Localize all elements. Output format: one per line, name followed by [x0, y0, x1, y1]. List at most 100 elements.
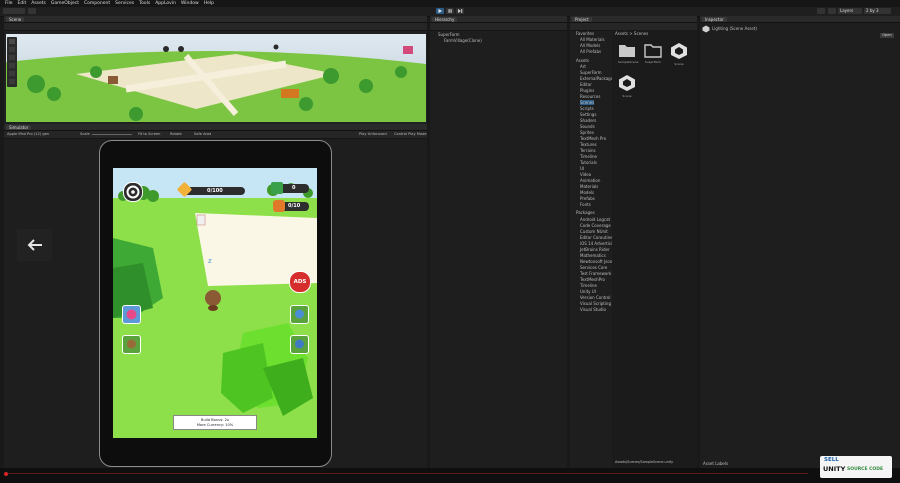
- hand-tool-icon[interactable]: [9, 39, 15, 44]
- boost-button-right-2[interactable]: [290, 335, 309, 354]
- account-button[interactable]: [3, 8, 25, 14]
- menu-applovin[interactable]: AppLovin: [155, 1, 176, 6]
- asset-folder[interactable]: SuperFarm: [644, 42, 662, 64]
- step-button[interactable]: [456, 8, 464, 14]
- favorites-item[interactable]: All Prefabs: [580, 49, 601, 54]
- menu-window[interactable]: Window: [181, 1, 199, 6]
- ads-button[interactable]: ADS: [289, 271, 311, 293]
- asset-folder-item[interactable]: Models: [580, 190, 594, 195]
- search-icon[interactable]: [817, 8, 825, 14]
- menu-component[interactable]: Component: [84, 1, 110, 6]
- previous-arrow-button[interactable]: [17, 229, 52, 261]
- hierarchy-scene-root[interactable]: SuperFarm: [438, 32, 460, 37]
- play-mode-dropdown[interactable]: Play Unfocused: [359, 132, 387, 136]
- boost-button-right-1[interactable]: [290, 305, 309, 324]
- rotate-button[interactable]: Rotate: [170, 132, 182, 136]
- boost-button-left-2[interactable]: [122, 335, 141, 354]
- asset-folder-item[interactable]: Scenes: [580, 100, 595, 105]
- asset-folder-item[interactable]: Plugins: [580, 88, 594, 93]
- asset-folder-item[interactable]: Prefabs: [580, 196, 595, 201]
- boost-button-left-1[interactable]: [122, 305, 141, 324]
- game-screen[interactable]: z 0/100 0 0/10 ADS Build Bonus: 2x More …: [113, 168, 317, 438]
- menu-gameobject[interactable]: GameObject: [51, 1, 79, 6]
- package-item[interactable]: TextMeshPro: [580, 277, 605, 282]
- cloud-icon[interactable]: [28, 8, 36, 14]
- packages-header[interactable]: Packages: [576, 210, 595, 215]
- favorites-header[interactable]: Favorites: [576, 31, 594, 36]
- timeline-track[interactable]: [8, 473, 808, 474]
- control-play-mode[interactable]: Control Play Mode: [394, 132, 427, 136]
- settings-button[interactable]: [123, 182, 143, 202]
- scale-tool-icon[interactable]: [9, 63, 15, 68]
- asset-folder-item[interactable]: Textures: [580, 142, 597, 147]
- menu-services[interactable]: Services: [115, 1, 134, 6]
- asset-folder-item[interactable]: Editor: [580, 82, 592, 87]
- pause-button[interactable]: [446, 8, 454, 14]
- tab-hierarchy[interactable]: Hierarchy: [432, 17, 458, 22]
- asset-folder-item[interactable]: SuperFarm: [580, 70, 602, 75]
- package-item[interactable]: Editor Coroutines: [580, 235, 612, 240]
- asset-folder-item[interactable]: Terrains: [580, 148, 596, 153]
- package-item[interactable]: Timeline: [580, 283, 597, 288]
- favorites-item[interactable]: All Materials: [580, 37, 605, 42]
- package-item[interactable]: Visual Scripting: [580, 301, 611, 306]
- package-item[interactable]: Code Coverage: [580, 223, 611, 228]
- package-item[interactable]: Unity UI: [580, 289, 596, 294]
- layout-dropdown[interactable]: 2 by 3: [864, 8, 891, 14]
- asset-folder-item[interactable]: Shaders: [580, 118, 596, 123]
- asset-folder-item[interactable]: Timeline: [580, 154, 597, 159]
- scene-viewport[interactable]: [6, 34, 426, 122]
- assets-header[interactable]: Assets: [576, 58, 589, 63]
- menu-tools[interactable]: Tools: [139, 1, 150, 6]
- package-item[interactable]: Mathematics: [580, 253, 606, 258]
- asset-folder-item[interactable]: Scripts: [580, 106, 594, 111]
- scene-asset[interactable]: Scene: [670, 42, 688, 66]
- scene-asset[interactable]: Scene: [618, 74, 636, 98]
- asset-folder-item[interactable]: UI: [580, 166, 584, 171]
- package-item[interactable]: Android Logcat: [580, 217, 610, 222]
- tab-simulator[interactable]: Simulator: [6, 125, 32, 130]
- package-item[interactable]: Version Control: [580, 295, 610, 300]
- package-item[interactable]: Custom NUnit: [580, 229, 608, 234]
- package-item[interactable]: Test Framework: [580, 271, 611, 276]
- tab-inspector[interactable]: Inspector: [702, 17, 727, 22]
- asset-folder-item[interactable]: Sprites: [580, 130, 594, 135]
- play-button[interactable]: [436, 8, 444, 14]
- layers-dropdown[interactable]: Layers: [838, 8, 862, 14]
- rect-tool-icon[interactable]: [9, 71, 15, 76]
- menu-assets[interactable]: Assets: [31, 1, 46, 6]
- package-item[interactable]: Visual Studio: [580, 307, 606, 312]
- asset-folder-item[interactable]: Settings: [580, 112, 596, 117]
- asset-folder-item[interactable]: Animation: [580, 178, 600, 183]
- tab-scene[interactable]: Scene: [6, 17, 25, 22]
- asset-folder-item[interactable]: Materials: [580, 184, 598, 189]
- transform-tool-icon[interactable]: [9, 79, 15, 84]
- safe-area-toggle[interactable]: Safe Area: [194, 132, 211, 136]
- rotate-tool-icon[interactable]: [9, 55, 15, 60]
- fit-to-screen-button[interactable]: Fit to Screen: [138, 132, 160, 136]
- asset-folder-item[interactable]: Tutorials: [580, 160, 597, 165]
- hierarchy-search-bar[interactable]: [430, 23, 567, 31]
- package-item[interactable]: Services Core: [580, 265, 607, 270]
- asset-folder-item[interactable]: Sounds: [580, 124, 595, 129]
- move-tool-icon[interactable]: [9, 47, 15, 52]
- menu-edit[interactable]: Edit: [18, 1, 27, 6]
- package-item[interactable]: Newtonsoft Json: [580, 259, 612, 264]
- asset-folder-item[interactable]: Fonts: [580, 202, 591, 207]
- menu-file[interactable]: File: [5, 1, 13, 6]
- gear-icon[interactable]: [828, 8, 836, 14]
- asset-folder-item[interactable]: TextMesh Pro: [580, 136, 606, 141]
- asset-folder[interactable]: SampleScene: [618, 42, 638, 64]
- tab-project[interactable]: Project: [572, 17, 592, 22]
- asset-folder-item[interactable]: Art: [580, 64, 586, 69]
- device-dropdown[interactable]: Apple iPad Pro (12) gen: [7, 132, 49, 136]
- package-item[interactable]: iOS 14 Advertising: [580, 241, 612, 246]
- open-button[interactable]: Open: [880, 33, 894, 38]
- asset-folder-item[interactable]: ExternalPackages: [580, 76, 612, 81]
- favorites-item[interactable]: All Models: [580, 43, 600, 48]
- package-item[interactable]: JetBrains Rider: [580, 247, 610, 252]
- menu-help[interactable]: Help: [204, 1, 214, 6]
- scale-slider[interactable]: [92, 134, 132, 135]
- hierarchy-item[interactable]: FarmVillage(Clone): [444, 38, 482, 43]
- asset-folder-item[interactable]: Resources: [580, 94, 600, 99]
